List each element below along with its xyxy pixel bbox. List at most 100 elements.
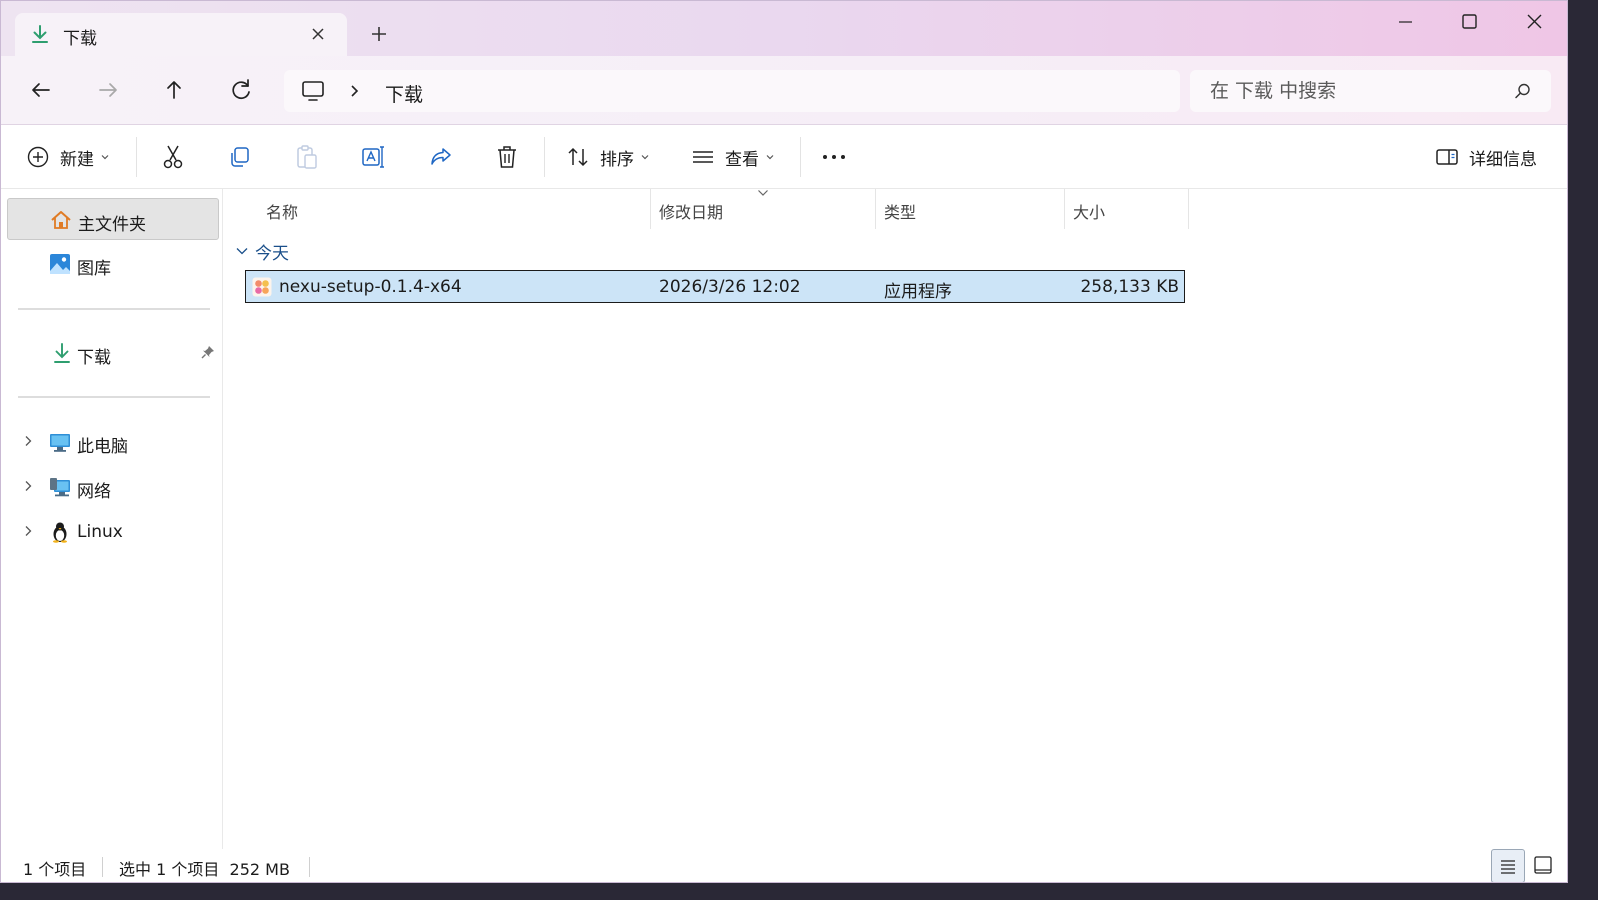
back-icon[interactable] bbox=[27, 76, 55, 104]
pin-icon[interactable] bbox=[201, 345, 215, 359]
title-bar: 下载 bbox=[1, 1, 1567, 56]
chevron-down-icon bbox=[641, 155, 649, 160]
sidebar-item-gallery[interactable]: 图库 bbox=[7, 243, 219, 285]
rename-button[interactable] bbox=[361, 141, 387, 173]
column-label-modified: 修改日期 bbox=[659, 203, 724, 222]
details-view-icon bbox=[1501, 860, 1515, 874]
details-label: 详细信息 bbox=[1469, 149, 1537, 170]
chevron-down-icon bbox=[766, 155, 774, 160]
delete-button[interactable] bbox=[495, 141, 519, 173]
this-pc-icon[interactable] bbox=[300, 79, 326, 103]
forward-icon[interactable] bbox=[94, 76, 122, 104]
search-input[interactable] bbox=[1190, 70, 1551, 112]
view-list-icon bbox=[693, 151, 713, 163]
copy-button[interactable] bbox=[228, 141, 252, 173]
column-header-size[interactable]: 大小 bbox=[1065, 189, 1189, 229]
sidebar-label-downloads: 下载 bbox=[77, 348, 111, 368]
tiles-view-icon bbox=[1534, 856, 1552, 874]
chevron-right-icon[interactable] bbox=[346, 83, 362, 99]
toolbar-divider bbox=[800, 137, 801, 177]
search-icon[interactable] bbox=[1514, 82, 1532, 100]
view-button[interactable]: 查看 bbox=[691, 141, 775, 173]
network-icon bbox=[50, 478, 70, 497]
column-label-name: 名称 bbox=[266, 203, 299, 222]
trash-icon bbox=[498, 146, 516, 168]
chevron-right-icon[interactable] bbox=[21, 434, 35, 448]
chevron-down-icon bbox=[236, 248, 248, 255]
sort-descending-icon bbox=[758, 190, 768, 196]
chevron-down-icon bbox=[101, 155, 109, 160]
sidebar-label-gallery: 图库 bbox=[77, 259, 111, 279]
sidebar-item-home[interactable]: 主文件夹 bbox=[7, 198, 219, 240]
command-toolbar: 新建 排序 查看 详细信息 bbox=[1, 125, 1567, 189]
file-name[interactable]: nexu-setup-0.1.4-x64 bbox=[279, 277, 462, 297]
details-pane-button[interactable]: 详细信息 bbox=[1435, 141, 1537, 173]
close-tab-icon[interactable] bbox=[306, 22, 330, 46]
paste-button[interactable] bbox=[295, 141, 319, 173]
column-header-type[interactable]: 类型 bbox=[876, 189, 1065, 229]
gallery-icon bbox=[50, 254, 70, 274]
more-options-button[interactable] bbox=[821, 141, 847, 173]
home-icon bbox=[51, 211, 71, 229]
status-bar: 1 个项目 选中 1 个项目 252 MB bbox=[1, 849, 1567, 882]
column-divider[interactable] bbox=[1188, 189, 1189, 229]
sort-button[interactable]: 排序 bbox=[566, 141, 650, 173]
navigation-bar: 下载 bbox=[1, 56, 1567, 125]
cut-icon bbox=[163, 145, 183, 169]
share-button[interactable] bbox=[428, 141, 454, 173]
status-divider bbox=[309, 857, 310, 877]
app-installer-icon bbox=[252, 277, 272, 297]
search-box[interactable] bbox=[1190, 70, 1551, 112]
tiles-view-button[interactable] bbox=[1527, 849, 1561, 882]
sidebar-item-this-pc[interactable]: 此电脑 bbox=[7, 421, 219, 463]
status-divider bbox=[102, 857, 103, 877]
paste-icon bbox=[297, 145, 317, 169]
chevron-right-icon[interactable] bbox=[21, 524, 35, 538]
maximize-icon[interactable] bbox=[1446, 7, 1492, 37]
rename-icon bbox=[362, 146, 384, 168]
file-row[interactable]: nexu-setup-0.1.4-x64 2026/3/26 12:02 应用程… bbox=[245, 270, 1185, 303]
file-type: 应用程序 bbox=[884, 282, 952, 302]
sidebar-item-linux[interactable]: Linux bbox=[7, 511, 219, 553]
new-tab-icon[interactable] bbox=[366, 21, 392, 47]
address-bar[interactable]: 下载 bbox=[284, 70, 1180, 112]
tab-downloads[interactable]: 下载 bbox=[15, 13, 347, 56]
desktop-edge bbox=[0, 883, 1598, 900]
more-dots-icon bbox=[823, 155, 845, 159]
chevron-right-icon[interactable] bbox=[21, 479, 35, 493]
breadcrumb-downloads[interactable]: 下载 bbox=[385, 80, 423, 107]
sidebar-divider bbox=[18, 308, 210, 310]
close-window-icon[interactable] bbox=[1511, 7, 1557, 37]
refresh-icon[interactable] bbox=[227, 76, 255, 104]
group-header-today[interactable]: 今天 bbox=[235, 238, 289, 264]
details-pane-icon bbox=[1436, 149, 1458, 165]
navigation-pane: 主文件夹 图库 下载 此电脑 网络 Linux bbox=[1, 189, 223, 849]
file-size: 258,133 KB bbox=[1080, 277, 1179, 297]
file-list: 名称 修改日期 类型 大小 今天 nexu-setup-0.1.4-x64 20… bbox=[223, 189, 1567, 849]
file-modified: 2026/3/26 12:02 bbox=[659, 277, 801, 297]
sidebar-item-downloads[interactable]: 下载 bbox=[7, 332, 219, 374]
minimize-icon[interactable] bbox=[1382, 7, 1428, 37]
sidebar-item-network[interactable]: 网络 bbox=[7, 466, 219, 508]
new-button[interactable]: 新建 bbox=[26, 141, 110, 173]
download-arrow-icon bbox=[32, 25, 48, 43]
up-icon[interactable] bbox=[160, 76, 188, 104]
column-label-size: 大小 bbox=[1073, 203, 1106, 222]
column-header-modified[interactable]: 修改日期 bbox=[651, 189, 876, 229]
tab-title: 下载 bbox=[63, 29, 97, 49]
details-view-button[interactable] bbox=[1491, 849, 1525, 882]
file-explorer-window: 下载 下载 在 下载 中搜索 新建 排序 查看 详细信息 主文件夹 图库 下载 … bbox=[0, 0, 1568, 883]
sidebar-label-this-pc: 此电脑 bbox=[77, 437, 128, 457]
sidebar-label-home: 主文件夹 bbox=[78, 215, 146, 235]
new-label: 新建 bbox=[60, 149, 94, 170]
new-plus-icon bbox=[27, 146, 49, 168]
linux-penguin-icon bbox=[53, 522, 67, 543]
column-header-name[interactable]: 名称 bbox=[223, 189, 651, 229]
sort-icon bbox=[568, 147, 588, 167]
sort-label: 排序 bbox=[600, 149, 634, 170]
cut-button[interactable] bbox=[161, 141, 185, 173]
sidebar-label-linux: Linux bbox=[77, 522, 123, 542]
column-label-type: 类型 bbox=[884, 203, 917, 222]
view-label: 查看 bbox=[725, 149, 759, 170]
sidebar-divider bbox=[18, 396, 210, 398]
